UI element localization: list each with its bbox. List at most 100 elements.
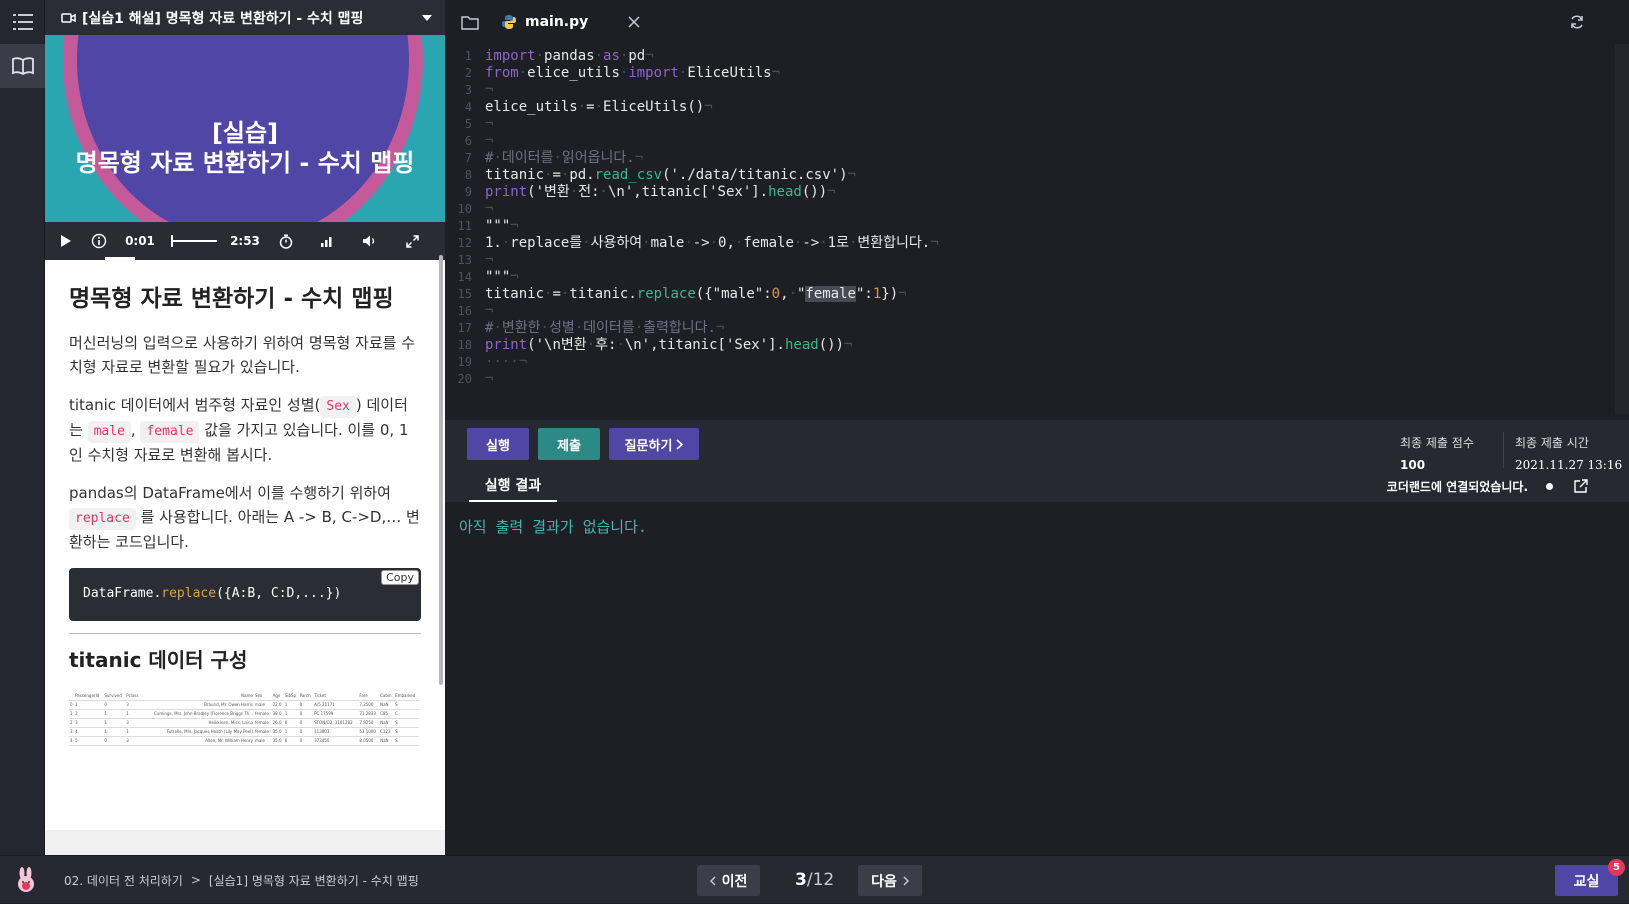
refresh-icon[interactable] — [1569, 14, 1585, 30]
code-line: 1 import·pandas·as·pd¬ — [464, 48, 654, 64]
table-cell: 1 — [283, 709, 299, 719]
code-fn: replace — [161, 586, 217, 601]
connection-text: 코더랜드에 연결되었습니다. — [1386, 479, 1528, 494]
table-cell: S — [394, 700, 419, 710]
table-cell: 1 — [74, 700, 104, 710]
final-time-label: 최종 제출 시간 — [1515, 436, 1589, 450]
breadcrumb-section[interactable]: 02. 데이터 전 처리하기 — [64, 872, 183, 889]
submit-button[interactable]: 제출 — [538, 428, 600, 460]
quality-icon[interactable] — [301, 235, 353, 247]
code-replace: replace — [69, 508, 136, 530]
divider — [69, 633, 421, 634]
lesson-paragraph-3: pandas의 DataFrame에서 이를 수행하기 위하여 replace … — [69, 481, 421, 554]
table-cell: 1 — [103, 718, 126, 728]
table-cell: PC 17599 — [313, 709, 359, 719]
book-icon[interactable] — [0, 44, 45, 88]
video-seek-bar[interactable] — [169, 235, 219, 247]
video-current-time: 0:01 — [125, 234, 155, 248]
next-label: 다음 — [871, 873, 897, 890]
table-cell: 4 — [74, 727, 104, 737]
editor-scrollbar[interactable] — [1615, 44, 1629, 414]
code-line: 18 print('\n변환·후:·\n',titanic['Sex'].head… — [457, 337, 853, 353]
status-dot-icon — [1546, 482, 1553, 490]
next-button[interactable]: 다음 — [858, 865, 922, 896]
table-cell: 38.0 — [271, 709, 284, 719]
video-controls: 0:01 2:53 — [45, 222, 445, 260]
code-line: 4 elice_utils·=·EliceUtils()¬ — [464, 99, 713, 115]
table-cell: 0 — [103, 736, 126, 746]
table-cell: 7.9250 — [358, 718, 380, 728]
table-cell: 35.0 — [271, 736, 284, 746]
code-line: 19 ····¬ — [457, 354, 528, 370]
prev-label: 이전 — [721, 873, 748, 890]
table-cell: NaN — [379, 718, 395, 728]
external-link-icon[interactable] — [1573, 478, 1589, 494]
video-seek-handle[interactable] — [171, 235, 173, 247]
lesson-paragraph-2: titanic 데이터에서 범주형 자료인 성별(Sex) 데이터는 male,… — [69, 393, 421, 467]
code-line: 13 ¬ — [457, 252, 494, 268]
code-lines[interactable]: 1 import·pandas·as·pd¬ 2 from·elice_utils·… — [445, 48, 939, 388]
notification-badge: 5 — [1608, 859, 1625, 876]
info-icon[interactable] — [87, 233, 111, 249]
lesson-paragraph-1: 머신러닝의 입력으로 사용하기 위하여 명목형 자료를 수치형 자료로 변환할 … — [69, 334, 416, 376]
ask-question-button[interactable]: 질문하기 — [609, 428, 699, 460]
chevron-left-icon — [709, 876, 716, 886]
score-divider — [1503, 432, 1504, 468]
code-line: 15 titanic·=·titanic.replace({"male":0,·"… — [457, 286, 907, 302]
table-header-cell: Fare — [358, 691, 380, 701]
table-cell: 1 — [125, 727, 142, 737]
table-cell: 0 — [283, 736, 299, 746]
code-male: male — [87, 421, 131, 443]
fullscreen-icon[interactable] — [387, 234, 437, 248]
list-icon[interactable] — [0, 0, 45, 44]
chevron-down-icon[interactable] — [421, 14, 433, 22]
table-cell: STON/O2. 3101282 — [313, 718, 359, 728]
table-cell: 3 — [125, 736, 142, 746]
prev-button[interactable]: 이전 — [697, 865, 760, 896]
ask-question-label: 질문하기 — [624, 438, 673, 454]
page-total: /12 — [806, 870, 835, 890]
folder-icon[interactable] — [461, 15, 479, 30]
code-line: 2 from·elice_utils·import·EliceUtils¬ — [464, 65, 781, 81]
copy-button[interactable]: Copy — [381, 570, 419, 585]
table-cell: 0 — [298, 727, 314, 737]
code-line: 12 1.·replace를·사용하여·male·->·0,·female·->·… — [457, 235, 939, 251]
page-current: 3 — [795, 870, 807, 890]
volume-icon[interactable] — [353, 234, 387, 248]
table-header-cell: PassengerId — [74, 691, 104, 701]
left-rail — [0, 0, 45, 855]
editor-tabbar: main.py — [445, 0, 1629, 44]
lesson-scrollbar[interactable] — [439, 255, 443, 685]
table-cell: 0 — [298, 700, 314, 710]
connection-status: 코더랜드에 연결되었습니다. — [1387, 470, 1589, 502]
code-line: 20 ¬ — [457, 371, 494, 387]
play-icon[interactable] — [45, 234, 87, 248]
code-editor[interactable]: main.py 1 import·pandas·as·pd¬ 2 from·elic… — [445, 0, 1629, 420]
table-cell: 7.2500 — [358, 700, 380, 710]
tab-main-py[interactable]: main.py — [501, 14, 640, 30]
table-cell: 5 — [74, 736, 104, 746]
table-row: 1 2 1 1 Cumings, Mrs. John Bradley (Florence… — [69, 709, 419, 719]
table-header-cell: Sex — [253, 691, 272, 701]
code-line: 10 ¬ — [457, 201, 494, 217]
code-female: female — [140, 421, 200, 443]
lesson-panel: [실습1 해설] 명목형 자료 변환하기 - 수치 맵핑 [실습] 명목형 자료… — [45, 0, 445, 855]
bottom-bar: 02. 데이터 전 처리하기 > [실습1] 명목형 자료 변환하기 - 수치 … — [0, 855, 1629, 903]
tab-run-result[interactable]: 실행 결과 — [469, 470, 557, 502]
table-cell: 3 — [125, 700, 142, 710]
table-header-cell: Ticket — [313, 691, 359, 701]
timer-icon[interactable] — [271, 234, 301, 249]
table-cell: female — [253, 727, 272, 737]
table-cell: 0 — [283, 718, 299, 728]
breadcrumb-page[interactable]: [실습1] 명목형 자료 변환하기 - 수치 맵핑 — [209, 872, 419, 889]
video-player[interactable]: [실습] 명목형 자료 변환하기 - 수치 맵핑 0:01 2:53 — [45, 35, 445, 260]
code-obj: DataFrame. — [83, 586, 162, 601]
p2-text-a: titanic 데이터에서 범주형 자료인 성별( — [69, 396, 321, 414]
video-icon — [61, 12, 76, 24]
lesson-content: 명목형 자료 변환하기 - 수치 맵핑 머신러닝의 입력으로 사용하기 위하여 … — [45, 260, 445, 835]
close-icon[interactable] — [628, 16, 640, 28]
run-button[interactable]: 실행 — [467, 428, 529, 460]
table-cell: 71.2833 — [358, 709, 380, 719]
table-cell: S — [394, 718, 419, 728]
rabbit-logo-icon[interactable] — [14, 867, 38, 893]
